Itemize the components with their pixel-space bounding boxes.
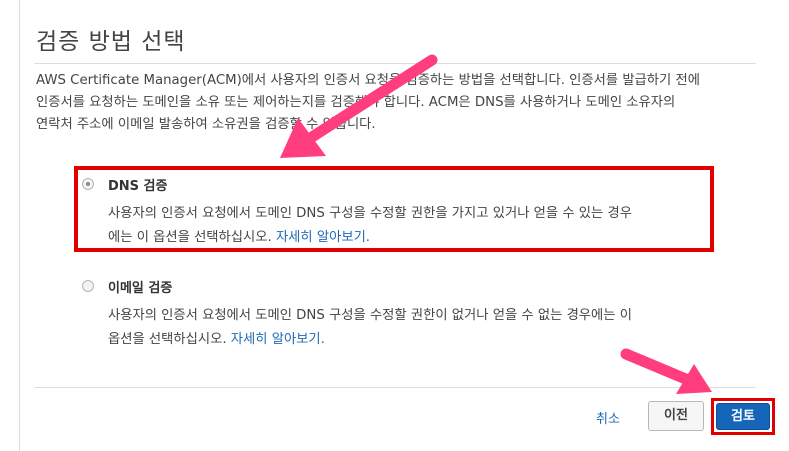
dns-highlight-box [74, 166, 714, 252]
intro-line: 인증서를 요청하는 도메인을 소유 또는 제어하는지를 검증해야 합니다. AC… [36, 95, 676, 110]
email-option-title[interactable]: 이메일 검증 [108, 277, 172, 296]
email-learn-more-link[interactable]: 자세히 알아보기. [231, 332, 325, 347]
arrow-to-review-button [620, 348, 712, 394]
review-button[interactable]: 검토 [716, 403, 770, 430]
left-border [19, 0, 20, 451]
cancel-link[interactable]: 취소 [596, 408, 620, 427]
intro-line: 연락처 주소에 이메일 발송하여 소유권을 검증할 수 있습니다. [36, 117, 376, 132]
intro-line: AWS Certificate Manager(ACM)에서 사용자의 인증서 … [36, 73, 700, 88]
footer-divider [34, 387, 756, 388]
email-option-description: 사용자의 인증서 요청에서 도메인 DNS 구성을 수정할 권한이 없거나 얻을… [108, 304, 632, 352]
page-title: 검증 방법 선택 [36, 29, 186, 55]
title-divider [34, 63, 756, 64]
review-highlight-box: 검토 [711, 398, 775, 435]
email-radio[interactable] [82, 280, 94, 292]
email-desc-line2: 옵션을 선택하십시오. [108, 332, 227, 347]
intro-text: AWS Certificate Manager(ACM)에서 사용자의 인증서 … [36, 70, 756, 136]
previous-button[interactable]: 이전 [648, 401, 704, 431]
email-desc-line1: 사용자의 인증서 요청에서 도메인 DNS 구성을 수정할 권한이 없거나 얻을… [108, 308, 632, 323]
